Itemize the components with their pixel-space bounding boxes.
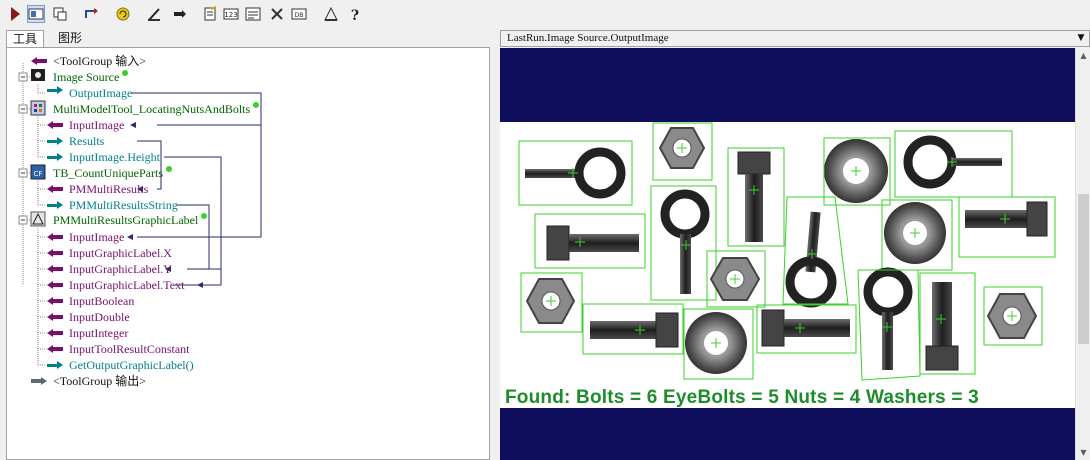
tree-item-image-source[interactable]: Image Source <box>53 69 129 85</box>
scroll-down-icon[interactable]: ▼ <box>1076 445 1090 460</box>
tree-label: InputGraphicLabel.Y <box>69 262 172 276</box>
tree-item-tb-count-unique-parts[interactable]: TB_CountUniqueParts <box>53 165 172 181</box>
tree-label: PMMultiResultsString <box>69 198 178 212</box>
nut-part <box>652 122 713 181</box>
pane-splitter[interactable] <box>494 28 499 460</box>
tree-label: <ToolGroup 输入> <box>53 54 147 68</box>
nut-part <box>520 272 583 333</box>
tree-item-gl-result-constant[interactable]: InputToolResultConstant <box>69 341 190 357</box>
washer-part <box>823 137 891 206</box>
tool-tabs: 工具 图形 <box>0 28 496 48</box>
tree-label: InputInteger <box>69 326 129 340</box>
tree-item-group-output[interactable]: <ToolGroup 输出> <box>53 373 146 389</box>
viewer-scrollbar[interactable]: ▲ ▼ <box>1075 48 1090 460</box>
tools-icon[interactable] <box>268 5 286 23</box>
viewer-title: LastRun.Image Source.OutputImage <box>507 32 669 44</box>
tree-item-gl-x[interactable]: InputGraphicLabel.X <box>69 245 172 261</box>
notepad-icon[interactable] <box>201 5 219 23</box>
tab-graphics[interactable]: 图形 <box>52 30 88 48</box>
add-terminal-icon[interactable] <box>51 5 69 23</box>
tree-item-mm-input-image[interactable]: InputImage <box>69 117 124 133</box>
edit-pen-icon[interactable] <box>145 5 163 23</box>
bolt-part <box>727 147 785 247</box>
ruler-icon[interactable] <box>322 5 340 23</box>
chevron-down-icon[interactable]: ▼ <box>1075 32 1087 45</box>
bolt-part <box>534 213 646 269</box>
tree-item-graphic-label[interactable]: PMMultiResultsGraphicLabel <box>53 212 208 228</box>
tree-label: <ToolGroup 输出> <box>53 374 147 388</box>
found-summary-label: Found: Bolts = 6 EyeBolts = 5 Nuts = 4 W… <box>505 387 979 408</box>
tree-item-mm-results[interactable]: Results <box>69 133 104 149</box>
bolt-part <box>958 196 1056 258</box>
status-dot-icon <box>201 213 208 219</box>
status-dot-icon <box>122 70 129 76</box>
washer-part <box>683 308 754 380</box>
tree-label: InputBoolean <box>69 294 135 308</box>
tree-label: PMMultiResultsGraphicLabel <box>53 213 199 227</box>
tree-item-gl-get-output[interactable]: GetOutputGraphicLabel() <box>69 357 194 373</box>
tree-label: InputGraphicLabel.Text <box>69 278 185 292</box>
tree-item-gl-boolean[interactable]: InputBoolean <box>69 293 134 309</box>
tree-label: InputDouble <box>69 310 130 324</box>
link-icon[interactable] <box>82 5 100 23</box>
tree-item-group-input[interactable]: <ToolGroup 输入> <box>53 53 146 69</box>
tree-label: InputImage <box>69 230 125 244</box>
input-output-toggle-icon[interactable] <box>27 5 45 23</box>
status-dot-icon <box>253 102 260 108</box>
scroll-up-icon[interactable]: ▲ <box>1076 48 1090 63</box>
tree-item-gl-input-image[interactable]: InputImage <box>69 229 124 245</box>
tree-item-mm-input-height[interactable]: InputImage.Height <box>69 149 160 165</box>
refresh-icon[interactable] <box>114 5 132 23</box>
eyebolt-part <box>894 130 1013 198</box>
output-arrow-icon[interactable] <box>170 5 188 23</box>
tree-label: GetOutputGraphicLabel() <box>69 358 194 372</box>
tree-item-gl-double[interactable]: InputDouble <box>69 309 130 325</box>
nut-part <box>983 286 1043 346</box>
tree-label: InputGraphicLabel.X <box>69 246 172 260</box>
parts-image <box>518 122 1056 381</box>
svg-text:DB: DB <box>295 12 304 19</box>
image-display[interactable]: Found: Bolts = 6 EyeBolts = 5 Nuts = 4 W… <box>500 48 1075 460</box>
database-icon[interactable]: DB <box>290 5 308 23</box>
eyebolt-part <box>518 140 633 206</box>
tree-item-pm-multi-results[interactable]: PMMultiResults <box>69 181 148 197</box>
form-icon[interactable] <box>244 5 262 23</box>
tree-item-multi-model-tool[interactable]: MultiModelTool_LocatingNutsAndBolts <box>53 101 260 117</box>
svg-text:123: 123 <box>224 11 237 19</box>
number-123-icon[interactable]: 123 <box>222 5 240 23</box>
inspection-image: Found: Bolts = 6 EyeBolts = 5 Nuts = 4 W… <box>500 122 1075 408</box>
tree-label: OutputImage <box>69 86 133 100</box>
tree-item-gl-text[interactable]: InputGraphicLabel.Text <box>69 277 184 293</box>
tree-label: MultiModelTool_LocatingNutsAndBolts <box>53 102 251 116</box>
svg-text:CF: CF <box>34 170 43 178</box>
scroll-thumb[interactable] <box>1078 194 1089 344</box>
tree-item-output-image[interactable]: OutputImage <box>69 85 132 101</box>
tree-item-pm-multi-results-string[interactable]: PMMultiResultsString <box>69 197 178 213</box>
eyebolt-part <box>650 185 717 301</box>
viewer-title-bar[interactable]: LastRun.Image Source.OutputImage ▼ <box>500 30 1090 47</box>
tree-label: InputImage.Height <box>69 150 160 164</box>
tree-label: PMMultiResults <box>69 182 149 196</box>
tree-label: InputImage <box>69 118 125 132</box>
tree-label: Results <box>69 134 105 148</box>
washer-part <box>881 199 953 271</box>
help-icon[interactable]: ? <box>346 5 364 23</box>
tree-item-gl-integer[interactable]: InputInteger <box>69 325 128 341</box>
toolbar: 123 DB ? <box>0 0 1090 28</box>
tab-tools[interactable]: 工具 <box>6 30 45 48</box>
run-icon[interactable] <box>6 5 24 23</box>
bolt-part <box>582 303 684 355</box>
eyebolt-part <box>857 267 921 381</box>
tool-tree: CF <ToolGroup 输入> Image Source OutputIma… <box>6 47 490 460</box>
bolt-part <box>756 304 857 354</box>
bolt-part <box>919 272 976 375</box>
tree-label: Image Source <box>53 70 120 84</box>
tree-label: TB_CountUniqueParts <box>53 166 163 180</box>
tree-item-gl-y[interactable]: InputGraphicLabel.Y <box>69 261 172 277</box>
status-dot-icon <box>166 166 172 172</box>
svg-text:?: ? <box>351 8 359 22</box>
eyebolt-part <box>782 196 849 308</box>
tree-label: InputToolResultConstant <box>69 342 190 356</box>
